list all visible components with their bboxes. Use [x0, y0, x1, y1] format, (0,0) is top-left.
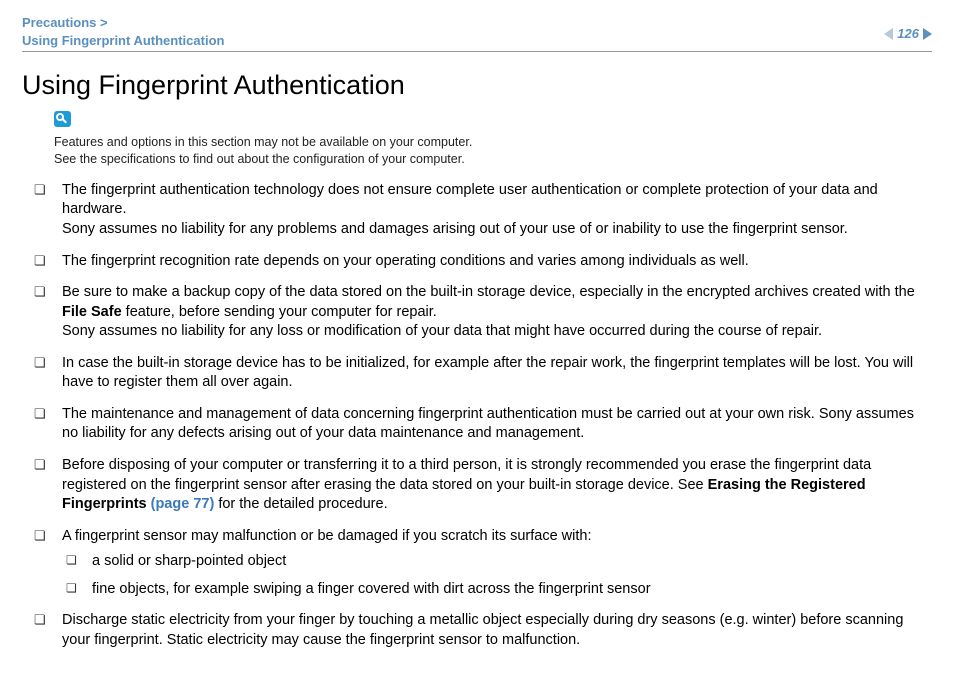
list-item: Be sure to make a backup copy of the dat… — [22, 283, 932, 342]
note-line: See the specifications to find out about… — [54, 152, 465, 166]
list-item: Before disposing of your computer or tra… — [22, 456, 932, 515]
list-item: The fingerprint recognition rate depends… — [22, 252, 932, 272]
sub-list-item: fine objects, for example swiping a fing… — [62, 580, 932, 600]
list-item: Discharge static electricity from your f… — [22, 611, 932, 650]
page-title: Using Fingerprint Authentication — [22, 70, 932, 101]
breadcrumb-page: Using Fingerprint Authentication — [22, 32, 224, 50]
bullet-list: The fingerprint authentication technolog… — [22, 181, 932, 651]
breadcrumb-section: Precautions > — [22, 14, 224, 32]
list-item: The fingerprint authentication technolog… — [22, 181, 932, 240]
note-line: Features and options in this section may… — [54, 135, 472, 149]
page-number: 126 — [897, 26, 919, 41]
list-item: In case the built-in storage device has … — [22, 354, 932, 393]
info-note: Features and options in this section may… — [54, 111, 932, 167]
sub-list-item: a solid or sharp-pointed object — [62, 552, 932, 572]
list-item: A fingerprint sensor may malfunction or … — [22, 527, 932, 600]
next-page-icon[interactable] — [923, 28, 932, 40]
breadcrumb: Precautions > Using Fingerprint Authenti… — [22, 14, 224, 49]
page-navigator: 126 — [884, 14, 932, 41]
magnify-icon — [54, 111, 71, 127]
prev-page-icon[interactable] — [884, 28, 893, 40]
list-item: The maintenance and management of data c… — [22, 405, 932, 444]
page-link[interactable]: (page 77) — [151, 496, 215, 512]
sub-list: a solid or sharp-pointed object fine obj… — [62, 552, 932, 599]
page-header: Precautions > Using Fingerprint Authenti… — [22, 14, 932, 52]
